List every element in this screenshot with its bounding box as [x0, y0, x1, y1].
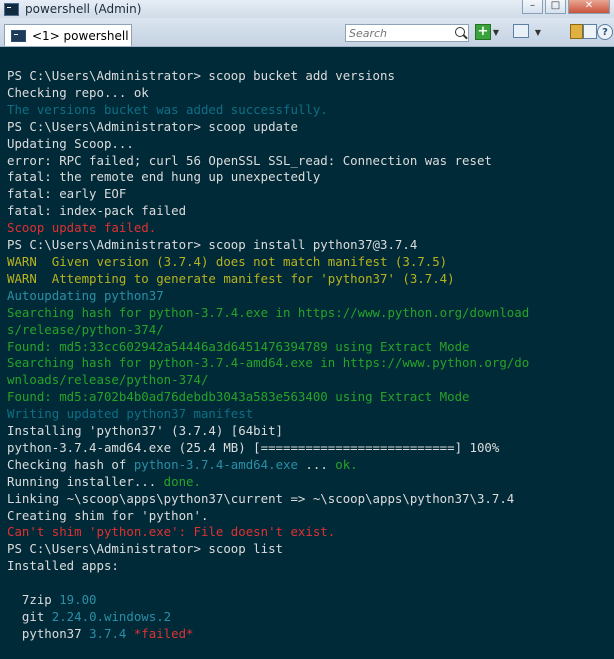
console-line: Scoop update failed.: [7, 220, 614, 237]
console-line: PS C:\Users\Administrator> scoop install…: [7, 237, 614, 254]
console-segment: PS C:\Users\Administrator> scoop list: [7, 541, 284, 557]
maximize-button[interactable]: □: [545, 0, 566, 14]
console-line: WARN Given version (3.7.4) does not matc…: [7, 254, 614, 271]
console-line: Checking repo... ok: [7, 85, 614, 102]
console-segment: fatal: the remote end hung up unexpected…: [7, 169, 321, 185]
console-segment: PS C:\Users\Administrator> scoop install…: [7, 237, 418, 253]
console-segment: ok.: [335, 456, 358, 472]
console-segment: python-3.7.4-amd64.exe: [133, 456, 298, 472]
window-controls: – □ ✕: [522, 0, 610, 14]
lock-icon[interactable]: [570, 24, 583, 39]
search-box[interactable]: [345, 24, 469, 42]
console-line: The versions bucket was added successful…: [7, 102, 614, 119]
console-segment: 3.7.4: [89, 625, 127, 641]
console-segment: Running installer...: [7, 473, 164, 489]
console-line: WARN Attempting to generate manifest for…: [7, 271, 614, 288]
console-line: git 2.24.0.windows.2: [7, 609, 614, 626]
console-line: Found: md5:a702b4b0ad76debdb3043a583e563…: [7, 389, 614, 406]
console-segment: Writing updated python37 manifest: [7, 406, 254, 422]
console-segment: 2.24.0.windows.2: [51, 609, 172, 624]
console-line: fatal: index-pack failed: [7, 203, 614, 220]
new-console-dropdown-icon[interactable]: ▼: [491, 24, 501, 40]
search-input[interactable]: [346, 26, 452, 40]
window-layout-icon[interactable]: [513, 24, 529, 38]
title-bar: powershell (Admin) – □ ✕: [0, 0, 614, 18]
console-segment: git: [7, 609, 52, 624]
console-segment: PS C:\Users\Administrator> scoop update: [7, 118, 298, 134]
console-segment: Searching hash for python-3.7.4.exe in h…: [7, 304, 530, 320]
minimize-button[interactable]: –: [522, 0, 543, 14]
console-segment: done.: [163, 473, 201, 489]
console-segment: Can't shim 'python.exe': File doesn't ex…: [7, 524, 336, 540]
console-segment: Creating shim for 'python'.: [7, 507, 209, 523]
console-segment: ...: [297, 456, 336, 472]
panel-icon[interactable]: [583, 24, 597, 39]
console-segment: 19.00: [59, 592, 97, 608]
layout-dropdown-icon[interactable]: ▼: [533, 24, 543, 40]
console-segment: *failed*: [126, 625, 194, 641]
console-line: python-3.7.4-amd64.exe (25.4 MB) [======…: [7, 440, 614, 457]
console-line: Can't shim 'python.exe': File doesn't ex…: [7, 524, 614, 541]
console-segment: python-3.7.4-amd64.exe (25.4 MB) [======…: [7, 439, 500, 455]
console-line: Creating shim for 'python'.: [7, 508, 614, 525]
console-line: Searching hash for python-3.7.4.exe in h…: [7, 305, 614, 322]
console-line: PS C:\Users\Administrator> scoop list: [7, 541, 614, 558]
console-line: Installed apps:: [7, 558, 614, 575]
search-icon[interactable]: [455, 27, 465, 37]
console-segment: Checking hash of: [7, 456, 134, 472]
console-segment: wnloads/release/python-374/: [7, 372, 209, 388]
console-text: PS C:\Users\Administrator> scoop bucket …: [0, 47, 614, 643]
close-button[interactable]: ✕: [568, 0, 610, 14]
console-line: Checking hash of python-3.7.4-amd64.exe …: [7, 457, 614, 474]
tab-label: <1> powershell: [32, 28, 129, 43]
console-line: Writing updated python37 manifest: [7, 406, 614, 423]
console-segment: Checking repo... ok: [7, 84, 149, 100]
window-title: powershell (Admin): [25, 2, 142, 16]
console-segment: Linking ~\scoop\apps\python37\current =>…: [7, 490, 515, 506]
console-line: fatal: early EOF: [7, 186, 614, 203]
console-line: Searching hash for python-3.7.4-amd64.ex…: [7, 355, 614, 372]
tab-powershell[interactable]: <1> powershell: [4, 24, 132, 46]
console-line: Autoupdating python37: [7, 288, 614, 305]
console-segment: WARN Attempting to generate manifest for…: [7, 270, 455, 286]
console-segment: WARN Given version (3.7.4) does not matc…: [7, 253, 448, 269]
console-segment: Found: md5:33cc602942a54446a3d6451476394…: [7, 338, 470, 354]
console-line: Found: md5:33cc602942a54446a3d6451476394…: [7, 339, 614, 356]
console-segment: fatal: index-pack failed: [7, 203, 187, 219]
tab-bar: <1> powershell + ▼ ▼ ?: [0, 18, 614, 47]
new-console-button[interactable]: +: [475, 24, 491, 40]
console-icon: [11, 29, 26, 42]
console-line: PS C:\Users\Administrator> scoop update: [7, 119, 614, 136]
console-segment: Updating Scoop...: [7, 135, 134, 151]
console-segment: python37: [7, 625, 90, 641]
console-line: fatal: the remote end hung up unexpected…: [7, 169, 614, 186]
console-segment: error: RPC failed; curl 56 OpenSSL SSL_r…: [7, 152, 492, 168]
console-segment: Installing 'python37' (3.7.4) [64bit]: [7, 423, 284, 439]
console-segment: 7zip: [7, 592, 60, 608]
console-line: python37 3.7.4 *failed*: [7, 626, 614, 643]
console-segment: The versions bucket was added successful…: [7, 101, 328, 117]
console-output[interactable]: PS C:\Users\Administrator> scoop bucket …: [0, 47, 614, 659]
console-segment: PS C:\Users\Administrator> scoop bucket …: [7, 68, 395, 83]
console-line: wnloads/release/python-374/: [7, 372, 614, 389]
console-line: Linking ~\scoop\apps\python37\current =>…: [7, 491, 614, 508]
console-segment: Scoop update failed.: [7, 220, 157, 236]
console-line: s/release/python-374/: [7, 322, 614, 339]
powershell-app-icon: [4, 2, 19, 16]
console-segment: Found: md5:a702b4b0ad76debdb3043a583e563…: [7, 389, 470, 405]
help-icon[interactable]: ?: [597, 24, 613, 40]
console-segment: fatal: early EOF: [7, 186, 127, 202]
console-segment: Autoupdating python37: [7, 287, 164, 303]
console-line: Updating Scoop...: [7, 136, 614, 153]
console-segment: Searching hash for python-3.7.4-amd64.ex…: [7, 355, 530, 371]
console-segment: Installed apps:: [7, 558, 119, 574]
console-line: 7zip 19.00: [7, 592, 614, 609]
console-line: Installing 'python37' (3.7.4) [64bit]: [7, 423, 614, 440]
console-line: error: RPC failed; curl 56 OpenSSL SSL_r…: [7, 153, 614, 170]
console-line: Running installer... done.: [7, 474, 614, 491]
console-line: PS C:\Users\Administrator> scoop bucket …: [7, 68, 614, 85]
console-segment: s/release/python-374/: [7, 321, 164, 337]
